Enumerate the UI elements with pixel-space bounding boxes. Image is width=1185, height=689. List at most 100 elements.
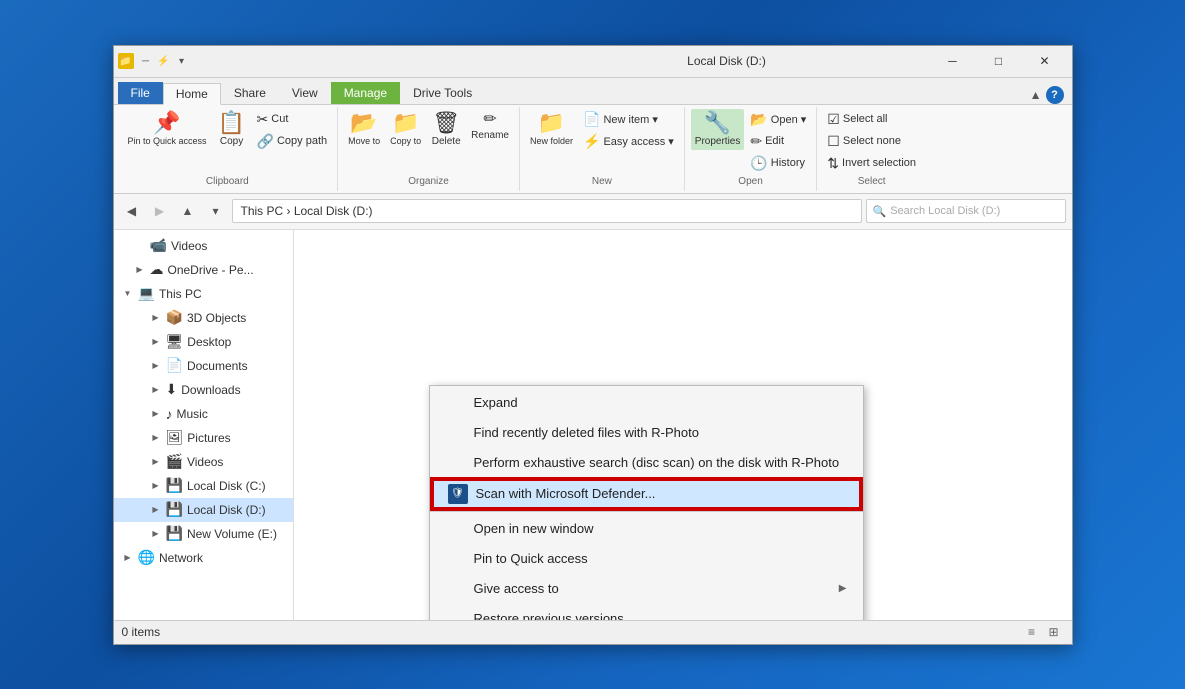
copy-path-icon: 🔗 [257,133,274,150]
new-item-button[interactable]: 📄 New item ▾ [579,109,678,130]
tab-manage[interactable]: Manage [331,82,400,104]
ctx-restore-versions[interactable]: Restore previous versions [430,604,863,620]
new-item-column: 📄 New item ▾ ⚡ Easy access ▾ [579,109,678,152]
delete-button[interactable]: 🗑 Delete [427,109,465,150]
cut-button[interactable]: ✂ Cut [253,109,332,130]
ctx-pin-qa-label: Pin to Quick access [474,551,588,566]
sidebar-label-lc: Local Disk (C:) [187,479,266,493]
ctx-rphoto-scan-label: Perform exhaustive search (disc scan) on… [474,455,840,470]
ctx-rphoto-find-label: Find recently deleted files with R-Photo [474,425,699,440]
maximize-button[interactable]: □ [976,45,1022,77]
ribbon-tabs: File Home Share View Manage Drive Tools … [114,78,1072,104]
pin-qa-icon [446,549,466,569]
ctx-defender-scan[interactable]: 🛡 Scan with Microsoft Defender... [432,479,861,509]
sidebar-item-3dobjects[interactable]: ▶ 📦 3D Objects [114,306,293,330]
ctx-pin-quick-access[interactable]: Pin to Quick access [430,544,863,574]
expand-arrow-music: ▶ [150,408,162,420]
rename-button[interactable]: ✏ Rename [467,109,513,144]
sidebar-item-new-volume-e[interactable]: ▶ 💾 New Volume (E:) [114,522,293,546]
organize-content: 📂 Move to 📁 Copy to 🗑 Delete ✏ Rename [344,109,513,174]
qa-btn-1[interactable]: ─ [138,53,154,69]
videos-icon: 📹 [150,237,167,254]
ctx-rphoto-scan[interactable]: Perform exhaustive search (disc scan) on… [430,448,863,478]
back-button[interactable]: ◀ [120,199,144,223]
open-button[interactable]: 📂 Open ▾ [746,109,810,130]
sidebar-item-pictures[interactable]: ▶ 🖼 Pictures [114,426,293,450]
view-tiles-button[interactable]: ⊞ [1044,622,1064,642]
sidebar-item-label-onedrive: OneDrive - Pe... [168,263,254,277]
give-access-arrow: ▶ [839,583,847,594]
minimize-button[interactable]: ─ [930,45,976,77]
move-to-button[interactable]: 📂 Move to [344,109,384,149]
ctx-open-new-window[interactable]: Open in new window [430,514,863,544]
close-button[interactable]: ✕ [1022,45,1068,77]
recent-button[interactable]: ▾ [204,199,228,223]
properties-button[interactable]: 🔧 Properties [691,109,745,150]
expand-arrow-ne: ▶ [150,528,162,540]
new-volume-icon: 💾 [166,525,183,542]
tab-share[interactable]: Share [221,82,279,104]
sidebar-label-ld: Local Disk (D:) [187,503,266,517]
sidebar-item-videos1[interactable]: 📹 Videos [114,234,293,258]
sidebar-item-network[interactable]: ▶ 🌐 Network [114,546,293,570]
ctx-rphoto-find[interactable]: Find recently deleted files with R-Photo [430,418,863,448]
copy-path-button[interactable]: 🔗 Copy path [253,131,332,152]
expand-arrow-thispc: ▼ [122,288,134,300]
up-button[interactable]: ▲ [176,199,200,223]
tab-file[interactable]: File [118,82,163,104]
pin-to-quick-access-button[interactable]: 📌 Pin to Quick access [124,109,211,150]
address-bar[interactable]: This PC › Local Disk (D:) [232,199,862,223]
ctx-give-access[interactable]: Give access to ▶ [430,574,863,604]
forward-button[interactable]: ▶ [148,199,172,223]
copy-to-button[interactable]: 📁 Copy to [386,109,425,149]
expand-arrow-dl: ▶ [150,384,162,396]
select-none-button[interactable]: ☐ Select none [823,131,920,152]
sidebar-item-local-d[interactable]: ▶ 💾 Local Disk (D:) [114,498,293,522]
sidebar-item-documents[interactable]: ▶ 📄 Documents [114,354,293,378]
new-window-icon [446,519,466,539]
qa-btn-3[interactable]: ▾ [174,53,190,69]
tab-drive-tools[interactable]: Drive Tools [400,82,485,104]
invert-selection-button[interactable]: ⇅ Invert selection [823,153,920,174]
search-placeholder: Search Local Disk (D:) [890,205,1000,217]
tab-view[interactable]: View [279,82,331,104]
qa-btn-2[interactable]: ⚡ [156,53,172,69]
clipboard-content: 📌 Pin to Quick access 📋 Copy ✂ Cut [124,109,332,174]
sidebar-label-3d: 3D Objects [187,311,246,325]
title-bar: 📁 ─ ⚡ ▾ Local Disk (D:) ─ □ ✕ [114,46,1072,78]
sidebar-item-videos2[interactable]: ▶ 🎬 Videos [114,450,293,474]
easy-access-button[interactable]: ⚡ Easy access ▾ [579,131,678,152]
new-label: New [592,174,612,189]
tab-home[interactable]: Home [163,83,221,105]
view-details-button[interactable]: ≡ [1022,622,1042,642]
ribbon-group-open: 🔧 Properties 📂 Open ▾ ✏ Edit [685,107,818,191]
music-icon: ♪ [166,406,173,422]
sidebar-item-thispc[interactable]: ▼ 💻 This PC [114,282,293,306]
ribbon-collapse-btn[interactable]: ▲ [1030,88,1042,102]
select-all-button[interactable]: ☑ Select all [823,109,920,130]
history-button[interactable]: 🕒 History [746,153,810,174]
sidebar-item-downloads[interactable]: ▶ ⬇ Downloads [114,378,293,402]
sidebar-item-local-c[interactable]: ▶ 💾 Local Disk (C:) [114,474,293,498]
sidebar-label-vid2: Videos [187,455,223,469]
ribbon-group-new: 📁 New folder 📄 New item ▾ ⚡ Easy access … [520,107,685,191]
sidebar-label-docs: Documents [187,359,248,373]
edit-button[interactable]: ✏ Edit [746,131,810,152]
pin-icon: 📌 [153,112,180,134]
sidebar-label-thispc: This PC [159,287,202,301]
sidebar-item-desktop[interactable]: ▶ 🖥 Desktop [114,330,293,354]
open-edit-column: 📂 Open ▾ ✏ Edit 🕒 History [746,109,810,174]
search-bar[interactable]: 🔍 Search Local Disk (D:) [866,199,1066,223]
copy-button[interactable]: 📋 Copy [213,109,251,150]
ctx-expand[interactable]: Expand [430,388,863,418]
sidebar-item-music[interactable]: ▶ ♪ Music [114,402,293,426]
help-btn[interactable]: ? [1046,86,1064,104]
status-bar: 0 items ≡ ⊞ [114,620,1072,644]
sidebar-label-music: Music [177,407,208,421]
ctx-sep-1 [430,511,863,512]
sidebar-item-onedrive[interactable]: ▶ ☁ OneDrive - Pe... [114,258,293,282]
new-folder-button[interactable]: 📁 New folder [526,109,577,149]
ribbon-group-select: ☑ Select all ☐ Select none ⇅ Invert sele… [817,107,926,191]
network-icon: 🌐 [138,549,155,566]
title-bar-controls: ─ □ ✕ [930,45,1068,77]
